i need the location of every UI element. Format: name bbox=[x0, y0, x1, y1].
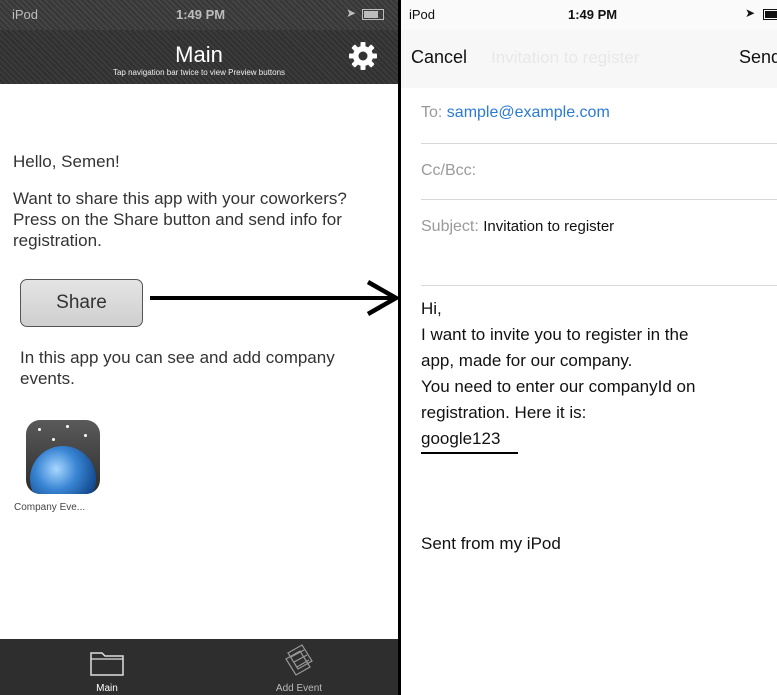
status-bar: iPod 1:49 PM ➤ bbox=[0, 0, 398, 30]
subject-label: Subject: bbox=[421, 218, 479, 235]
body-line: I want to invite you to register in the bbox=[421, 325, 689, 344]
send-button[interactable]: Send bbox=[739, 47, 777, 68]
company-events-app-icon[interactable] bbox=[26, 420, 100, 494]
battery-icon bbox=[763, 9, 777, 20]
main-screen: iPod 1:49 PM ➤ Main Tap navigation bar t… bbox=[0, 0, 398, 695]
to-label: To: bbox=[421, 104, 443, 121]
cc-bcc-label: Cc/Bcc: bbox=[421, 162, 477, 179]
app-icon-label: Company Eve... bbox=[14, 502, 86, 513]
share-button[interactable]: Share bbox=[20, 279, 143, 327]
tab-add-event[interactable]: Add Event bbox=[239, 639, 359, 695]
share-description: Want to share this app with your coworke… bbox=[13, 189, 347, 250]
events-description: In this app you can see and add company … bbox=[20, 348, 335, 388]
tab-main-label: Main bbox=[96, 683, 118, 694]
status-time: 1:49 PM bbox=[568, 7, 618, 22]
cc-bcc-field[interactable]: Cc/Bcc: bbox=[421, 144, 777, 200]
greeting-text: Hello, Semen! bbox=[13, 152, 120, 171]
nav-hint: Tap navigation bar twice to view Preview… bbox=[112, 68, 286, 77]
star-dot bbox=[66, 425, 69, 428]
globe-icon bbox=[30, 446, 96, 494]
add-event-icon bbox=[285, 644, 313, 676]
subject-field[interactable]: Subject: Invitation to register bbox=[421, 200, 777, 286]
gear-icon[interactable] bbox=[348, 41, 378, 71]
nav-title: Main bbox=[175, 42, 223, 67]
to-field[interactable]: To: sample@example.com bbox=[421, 88, 777, 144]
navigation-bar[interactable]: Main Tap navigation bar twice to view Pr… bbox=[0, 30, 398, 84]
star-dot bbox=[52, 438, 55, 441]
body-line: Hi, bbox=[421, 299, 442, 318]
folder-icon bbox=[90, 652, 124, 676]
subject-value[interactable]: Invitation to register bbox=[483, 218, 614, 235]
mail-signature: Sent from my iPod bbox=[421, 534, 561, 553]
cancel-button[interactable]: Cancel bbox=[411, 47, 467, 68]
status-time: 1:49 PM bbox=[176, 7, 226, 22]
to-recipient[interactable]: sample@example.com bbox=[447, 104, 610, 121]
carrier-label: iPod bbox=[12, 7, 39, 22]
tab-main[interactable]: Main bbox=[47, 639, 167, 695]
mail-title: Invitation to register bbox=[491, 48, 640, 67]
tab-bar: Main Add Event bbox=[0, 639, 398, 695]
body-line: registration. Here it is: bbox=[421, 403, 587, 422]
mail-compose-screen: iPod 1:49 PM ➤ Cancel Invitation to regi… bbox=[401, 0, 777, 695]
body-line: You need to enter our companyId on bbox=[421, 377, 696, 396]
mail-navigation-bar: Cancel Invitation to register Send bbox=[401, 30, 777, 88]
status-bar: iPod 1:49 PM ➤ bbox=[401, 0, 777, 30]
location-icon: ➤ bbox=[345, 6, 356, 20]
mail-body[interactable]: Hi, I want to invite you to register in … bbox=[421, 296, 771, 454]
star-dot bbox=[38, 428, 41, 431]
location-icon: ➤ bbox=[744, 6, 755, 20]
body-line: app, made for our company. bbox=[421, 351, 633, 370]
carrier-label: iPod bbox=[409, 7, 436, 22]
company-id-code: google123 bbox=[421, 426, 519, 454]
battery-icon bbox=[362, 9, 384, 20]
tab-add-event-label: Add Event bbox=[275, 683, 323, 694]
star-dot bbox=[84, 434, 87, 437]
